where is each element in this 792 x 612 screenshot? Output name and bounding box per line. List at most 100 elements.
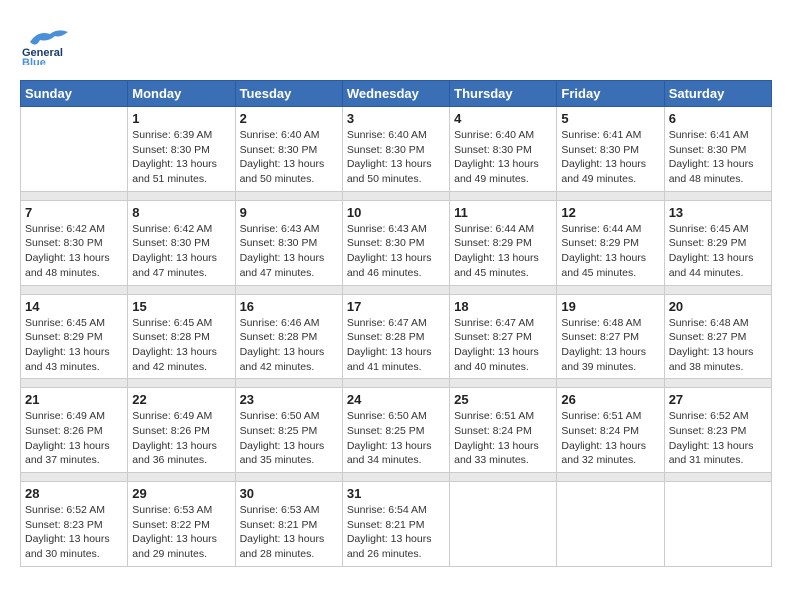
week-separator: [21, 473, 772, 482]
day-number: 1: [132, 111, 230, 126]
separator-cell: [128, 473, 235, 482]
day-number: 23: [240, 392, 338, 407]
day-number: 19: [561, 299, 659, 314]
calendar-cell: 16 Sunrise: 6:46 AM Sunset: 8:28 PM Dayli…: [235, 294, 342, 379]
day-info: Sunrise: 6:47 AM Sunset: 8:28 PM Dayligh…: [347, 316, 445, 375]
day-number: 22: [132, 392, 230, 407]
calendar-cell: 20Sunrise: 6:48 AM Sunset: 8:27 PM Dayli…: [664, 294, 771, 379]
day-number: 24: [347, 392, 445, 407]
day-info: Sunrise: 6:49 AM Sunset: 8:26 PM Dayligh…: [25, 409, 123, 468]
separator-cell: [450, 191, 557, 200]
separator-cell: [21, 285, 128, 294]
calendar-cell: 8 Sunrise: 6:42 AM Sunset: 8:30 PM Daylig…: [128, 200, 235, 285]
day-number: 16: [240, 299, 338, 314]
calendar-cell: 3Sunrise: 6:40 AM Sunset: 8:30 PM Daylig…: [342, 107, 449, 192]
week-row-5: 28Sunrise: 6:52 AM Sunset: 8:23 PM Dayli…: [21, 482, 772, 567]
day-info: Sunrise: 6:43 AM Sunset: 8:30 PM Dayligh…: [240, 222, 338, 281]
day-number: 2: [240, 111, 338, 126]
separator-cell: [557, 191, 664, 200]
day-header-sunday: Sunday: [21, 81, 128, 107]
day-info: Sunrise: 6:45 AM Sunset: 8:29 PM Dayligh…: [669, 222, 767, 281]
day-number: 10: [347, 205, 445, 220]
week-row-4: 21Sunrise: 6:49 AM Sunset: 8:26 PM Dayli…: [21, 388, 772, 473]
calendar-cell: 23Sunrise: 6:50 AM Sunset: 8:25 PM Dayli…: [235, 388, 342, 473]
day-info: Sunrise: 6:39 AM Sunset: 8:30 PM Dayligh…: [132, 128, 230, 187]
page-header: General Blue: [20, 20, 772, 70]
calendar-cell: 28Sunrise: 6:52 AM Sunset: 8:23 PM Dayli…: [21, 482, 128, 567]
calendar-cell: 25Sunrise: 6:51 AM Sunset: 8:24 PM Dayli…: [450, 388, 557, 473]
calendar-cell: [557, 482, 664, 567]
calendar-cell: 29Sunrise: 6:53 AM Sunset: 8:22 PM Dayli…: [128, 482, 235, 567]
calendar-table: SundayMondayTuesdayWednesdayThursdayFrid…: [20, 80, 772, 567]
day-info: Sunrise: 6:41 AM Sunset: 8:30 PM Dayligh…: [561, 128, 659, 187]
day-info: Sunrise: 6:48 AM Sunset: 8:27 PM Dayligh…: [669, 316, 767, 375]
separator-cell: [128, 191, 235, 200]
day-info: Sunrise: 6:50 AM Sunset: 8:25 PM Dayligh…: [347, 409, 445, 468]
calendar-body: 1 Sunrise: 6:39 AM Sunset: 8:30 PM Daylig…: [21, 107, 772, 567]
calendar-cell: 4Sunrise: 6:40 AM Sunset: 8:30 PM Daylig…: [450, 107, 557, 192]
day-info: Sunrise: 6:40 AM Sunset: 8:30 PM Dayligh…: [240, 128, 338, 187]
calendar-cell: 10 Sunrise: 6:43 AM Sunset: 8:30 PM Dayli…: [342, 200, 449, 285]
calendar-cell: 6Sunrise: 6:41 AM Sunset: 8:30 PM Daylig…: [664, 107, 771, 192]
day-number: 29: [132, 486, 230, 501]
calendar-cell: 7 Sunrise: 6:42 AM Sunset: 8:30 PM Daylig…: [21, 200, 128, 285]
calendar-cell: [21, 107, 128, 192]
separator-cell: [450, 379, 557, 388]
logo: General Blue: [20, 20, 70, 70]
calendar-cell: 26Sunrise: 6:51 AM Sunset: 8:24 PM Dayli…: [557, 388, 664, 473]
day-info: Sunrise: 6:42 AM Sunset: 8:30 PM Dayligh…: [25, 222, 123, 281]
day-number: 30: [240, 486, 338, 501]
day-number: 7: [25, 205, 123, 220]
day-info: Sunrise: 6:43 AM Sunset: 8:30 PM Dayligh…: [347, 222, 445, 281]
separator-cell: [235, 473, 342, 482]
separator-cell: [664, 379, 771, 388]
day-info: Sunrise: 6:48 AM Sunset: 8:27 PM Dayligh…: [561, 316, 659, 375]
separator-cell: [557, 285, 664, 294]
week-row-2: 7 Sunrise: 6:42 AM Sunset: 8:30 PM Daylig…: [21, 200, 772, 285]
separator-cell: [342, 473, 449, 482]
calendar-cell: 27Sunrise: 6:52 AM Sunset: 8:23 PM Dayli…: [664, 388, 771, 473]
day-info: Sunrise: 6:51 AM Sunset: 8:24 PM Dayligh…: [561, 409, 659, 468]
day-info: Sunrise: 6:40 AM Sunset: 8:30 PM Dayligh…: [454, 128, 552, 187]
calendar-cell: 30Sunrise: 6:53 AM Sunset: 8:21 PM Dayli…: [235, 482, 342, 567]
calendar-cell: 12Sunrise: 6:44 AM Sunset: 8:29 PM Dayli…: [557, 200, 664, 285]
calendar-cell: 1 Sunrise: 6:39 AM Sunset: 8:30 PM Daylig…: [128, 107, 235, 192]
separator-cell: [342, 191, 449, 200]
calendar-cell: 5Sunrise: 6:41 AM Sunset: 8:30 PM Daylig…: [557, 107, 664, 192]
week-separator: [21, 191, 772, 200]
separator-cell: [342, 379, 449, 388]
separator-cell: [342, 285, 449, 294]
separator-cell: [557, 473, 664, 482]
day-info: Sunrise: 6:41 AM Sunset: 8:30 PM Dayligh…: [669, 128, 767, 187]
calendar-header-row: SundayMondayTuesdayWednesdayThursdayFrid…: [21, 81, 772, 107]
day-info: Sunrise: 6:46 AM Sunset: 8:28 PM Dayligh…: [240, 316, 338, 375]
calendar-cell: 17Sunrise: 6:47 AM Sunset: 8:28 PM Dayli…: [342, 294, 449, 379]
svg-text:Blue: Blue: [22, 57, 46, 65]
separator-cell: [21, 191, 128, 200]
day-header-wednesday: Wednesday: [342, 81, 449, 107]
separator-cell: [235, 191, 342, 200]
day-header-monday: Monday: [128, 81, 235, 107]
day-info: Sunrise: 6:54 AM Sunset: 8:21 PM Dayligh…: [347, 503, 445, 562]
day-info: Sunrise: 6:45 AM Sunset: 8:29 PM Dayligh…: [25, 316, 123, 375]
week-separator: [21, 379, 772, 388]
separator-cell: [21, 379, 128, 388]
calendar-cell: 9 Sunrise: 6:43 AM Sunset: 8:30 PM Daylig…: [235, 200, 342, 285]
week-separator: [21, 285, 772, 294]
day-number: 9: [240, 205, 338, 220]
calendar-cell: 14 Sunrise: 6:45 AM Sunset: 8:29 PM Dayli…: [21, 294, 128, 379]
day-number: 3: [347, 111, 445, 126]
day-header-thursday: Thursday: [450, 81, 557, 107]
day-number: 28: [25, 486, 123, 501]
day-number: 14: [25, 299, 123, 314]
day-header-tuesday: Tuesday: [235, 81, 342, 107]
day-info: Sunrise: 6:49 AM Sunset: 8:26 PM Dayligh…: [132, 409, 230, 468]
calendar-cell: [450, 482, 557, 567]
day-number: 8: [132, 205, 230, 220]
day-header-saturday: Saturday: [664, 81, 771, 107]
separator-cell: [664, 285, 771, 294]
day-number: 11: [454, 205, 552, 220]
calendar-cell: 21Sunrise: 6:49 AM Sunset: 8:26 PM Dayli…: [21, 388, 128, 473]
day-info: Sunrise: 6:42 AM Sunset: 8:30 PM Dayligh…: [132, 222, 230, 281]
separator-cell: [21, 473, 128, 482]
